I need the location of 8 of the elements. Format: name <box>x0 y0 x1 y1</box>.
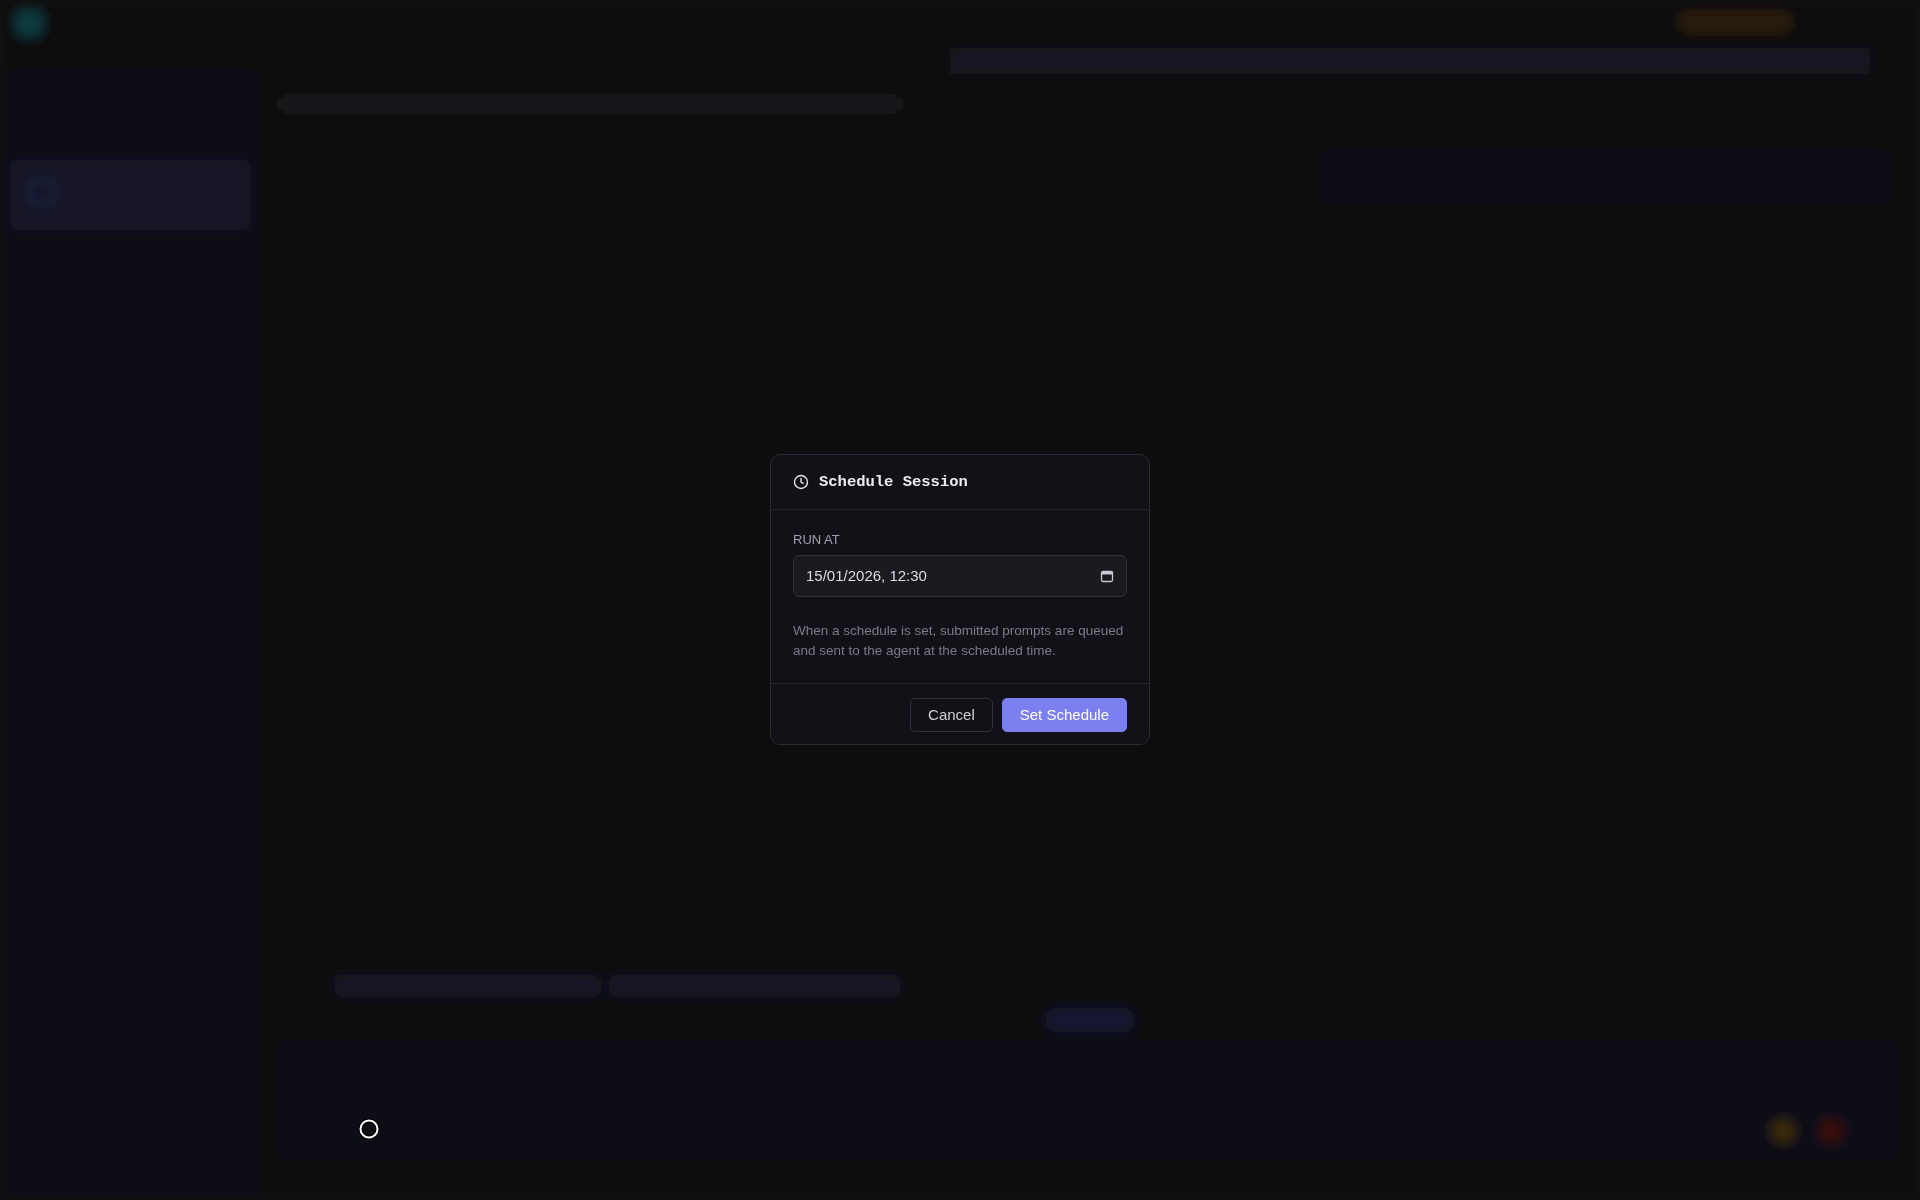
mouse-cursor-icon <box>358 1118 380 1140</box>
field-label: RUN AT <box>793 531 840 547</box>
cancel-button[interactable]: Cancel <box>910 697 993 732</box>
clock-icon <box>793 473 809 490</box>
calendar-icon[interactable] <box>1100 568 1114 583</box>
date-time-field[interactable]: 15/01/2026, 12:30 <box>793 554 1127 597</box>
help-text: When a schedule is set, submitted prompts are queued and sent to the agent at the scheduled time. <box>793 621 1125 660</box>
dialog-title: Schedule Session <box>819 472 968 491</box>
